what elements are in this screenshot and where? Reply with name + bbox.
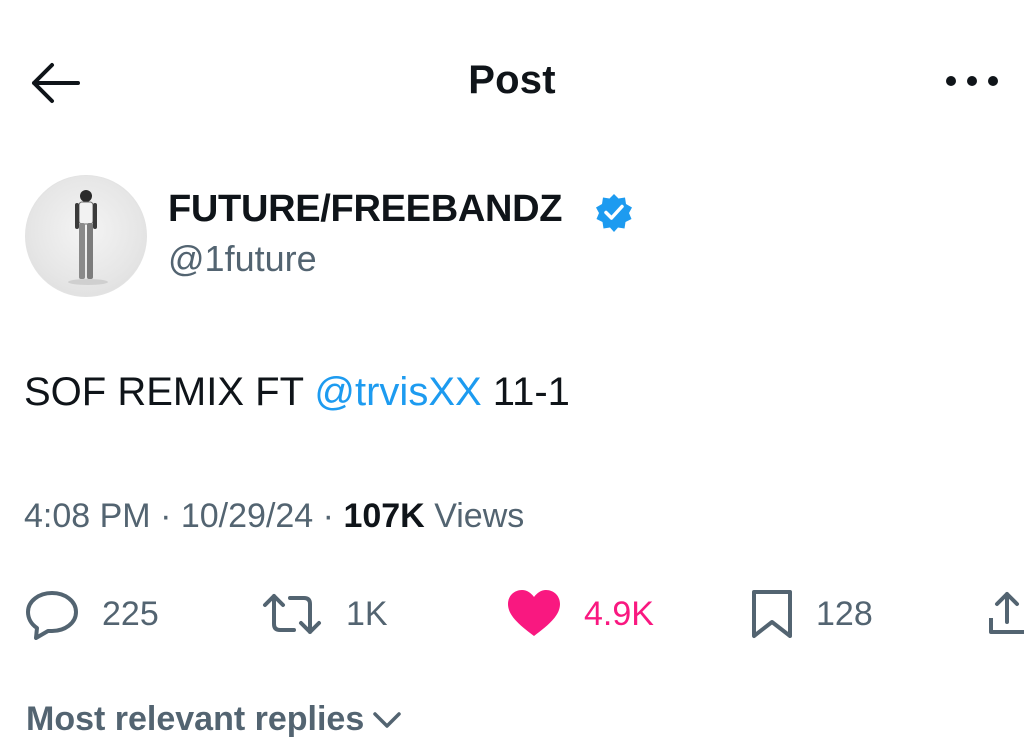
reply-icon (26, 591, 78, 640)
repost-count: 1K (346, 594, 388, 633)
replies-sort-dropdown[interactable]: Most relevant replies (26, 700, 402, 739)
avatar-image (68, 190, 108, 285)
bookmark-icon (752, 590, 792, 638)
like-count: 4.9K (584, 594, 654, 633)
more-horizontal-icon (946, 76, 998, 86)
post-text-before: SOF REMIX FT (24, 370, 315, 414)
author-display-name[interactable]: FUTURE/FREEBANDZ (168, 188, 562, 231)
share-icon (989, 592, 1024, 634)
post-date: 10/29/24 (180, 497, 314, 535)
bookmark-button[interactable]: 128 (750, 588, 873, 640)
views-label: Views (434, 497, 525, 535)
page-title: Post (468, 58, 556, 102)
reply-count: 225 (102, 594, 159, 633)
author-handle[interactable]: @1future (168, 238, 317, 280)
bookmark-count: 128 (816, 594, 873, 633)
more-button[interactable] (940, 66, 1004, 96)
meta-separator: · (160, 497, 172, 535)
chevron-down-icon (373, 711, 401, 728)
post-meta: 4:08 PM · 10/29/24 · 107K Views (24, 497, 524, 536)
share-button[interactable] (985, 588, 1024, 640)
mention-link[interactable]: @trvisXX (314, 370, 481, 414)
post-text: SOF REMIX FT @trvisXX 11-1 (24, 370, 570, 415)
verified-badge-icon (594, 192, 634, 232)
heart-filled-icon (508, 590, 560, 636)
like-button[interactable]: 4.9K (506, 588, 654, 640)
post-time: 4:08 PM (24, 497, 151, 535)
views-count[interactable]: 107K (343, 497, 424, 535)
replies-sort-label: Most relevant replies (26, 700, 365, 738)
post-text-after: 11-1 (481, 370, 570, 414)
meta-separator: · (322, 497, 334, 535)
avatar[interactable] (25, 175, 147, 297)
repost-icon (263, 594, 321, 634)
reply-button[interactable]: 225 (24, 588, 159, 640)
repost-button[interactable]: 1K (260, 588, 388, 640)
